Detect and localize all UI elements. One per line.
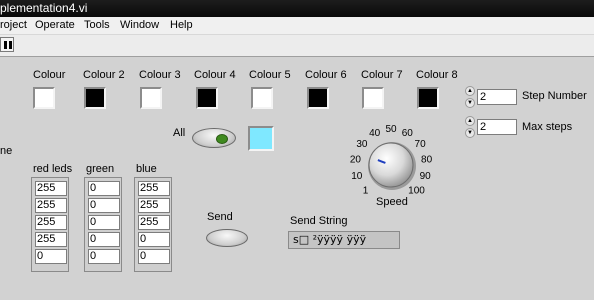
colour-1-label: Colour [33,69,66,81]
array-cell[interactable]: 255 [138,198,170,213]
colour-1-box [33,87,55,109]
array-cell[interactable]: 0 [88,215,120,230]
decrement-arrow-icon[interactable]: ▼ [465,98,475,108]
colour-8-label: Colour 8 [416,69,458,81]
colour-6-box [307,87,329,109]
knob-tick-label: 60 [402,128,414,139]
side-label: ne [0,145,13,157]
window-title: plementation4.vi [0,1,88,15]
colour-2-label: Colour 2 [83,69,125,81]
array-cell[interactable]: 255 [138,215,170,230]
array-cell[interactable]: 0 [88,232,120,247]
all-button[interactable] [192,128,236,148]
array-cell[interactable]: 255 [138,181,170,196]
max-steps-spinner[interactable]: ▲ ▼ [465,116,475,138]
knob-tick-label: 70 [415,139,427,150]
knob-tick-label: 90 [420,171,432,182]
menu-bar: roject Operate Tools Window Help [0,17,594,35]
toolbar [0,35,594,57]
colour-8-box [417,87,439,109]
colour-6-label: Colour 6 [305,69,347,81]
knob-tick-label: 30 [356,139,368,150]
decrement-arrow-icon[interactable]: ▼ [465,128,475,138]
max-steps-field[interactable]: 2 [477,119,517,135]
array-cell[interactable]: 255 [35,181,67,196]
colour-3-label: Colour 3 [139,69,181,81]
increment-arrow-icon[interactable]: ▲ [465,116,475,126]
knob-tick-label: 10 [351,171,363,182]
send-string-label: Send String [290,215,348,227]
knob-tick-label: 40 [369,128,381,139]
pause-button[interactable] [0,37,14,52]
knob-body[interactable] [368,142,414,188]
colour-5-label: Colour 5 [249,69,291,81]
array-cell[interactable]: 255 [35,232,67,247]
title-bar: plementation4.vi [0,0,594,17]
blue-array: 255 255 255 0 0 [134,177,172,272]
send-string-field: s□ ²ÿÿÿÿ ÿÿÿ [288,231,400,249]
colour-7-label: Colour 7 [361,69,403,81]
array-cell[interactable]: 0 [138,249,170,264]
colour-3-box [140,87,162,109]
blue-label: blue [136,163,157,175]
colour-2-box [84,87,106,109]
array-cell[interactable]: 0 [138,232,170,247]
red-leds-label: red leds [33,163,73,175]
colour-4-box [196,87,218,109]
step-number-field[interactable]: 2 [477,89,517,105]
menu-window[interactable]: Window [120,19,159,31]
all-label: All [173,127,186,139]
step-number-spinner[interactable]: ▲ ▼ [465,86,475,108]
knob-tick-label: 50 [385,124,397,135]
array-cell[interactable]: 255 [35,215,67,230]
led-indicator-icon [216,134,228,144]
knob-tick-label: 20 [350,154,362,165]
red-leds-array: 255 255 255 255 0 [31,177,69,272]
knob-tick-label: 1 [363,186,369,197]
array-cell[interactable]: 0 [35,249,67,264]
array-cell[interactable]: 0 [88,181,120,196]
menu-project[interactable]: roject [0,19,27,31]
all-colour-indicator [248,126,274,151]
send-label: Send [207,211,233,223]
menu-help[interactable]: Help [170,19,193,31]
green-array: 0 0 0 0 0 [84,177,122,272]
send-button[interactable] [206,229,248,247]
step-number-label: Step Number [522,90,587,102]
max-steps-label: Max steps [522,121,573,133]
colour-4-label: Colour 4 [194,69,236,81]
colour-7-box [362,87,384,109]
menu-tools[interactable]: Tools [84,19,110,31]
knob-tick-label: 80 [421,154,433,165]
array-cell[interactable]: 0 [88,249,120,264]
green-label: green [86,163,115,175]
array-cell[interactable]: 255 [35,198,67,213]
speed-label: Speed [376,196,408,208]
knob-tick-label: 100 [408,186,425,197]
colour-5-box [251,87,273,109]
array-cell[interactable]: 0 [88,198,120,213]
menu-operate[interactable]: Operate [35,19,75,31]
increment-arrow-icon[interactable]: ▲ [465,86,475,96]
